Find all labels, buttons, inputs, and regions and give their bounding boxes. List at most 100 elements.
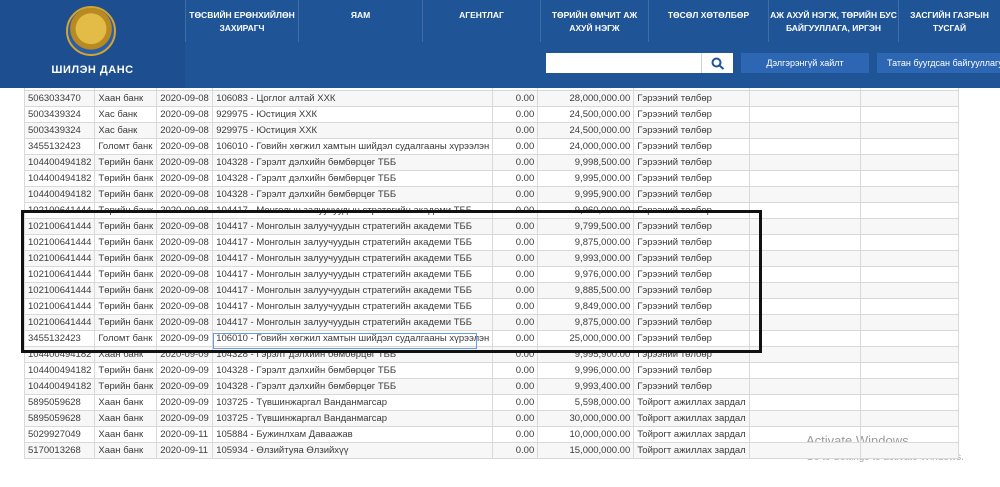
purpose-cell: Гэрээний төлбөр — [633, 138, 750, 155]
nav-item-projects[interactable]: ТӨСӨЛ ХӨТӨЛБӨР — [648, 0, 768, 42]
account-cell: 5895059628 — [23, 410, 96, 427]
empty-cell — [859, 202, 959, 219]
bank-cell: Хас банк — [94, 106, 158, 123]
search-input[interactable] — [546, 53, 701, 73]
account-cell: 5029927049 — [23, 426, 96, 443]
table-row[interactable]: 5895059628 Хаан банк 2020-09-09 103725 - Тү… — [23, 410, 959, 427]
search-icon — [711, 57, 725, 70]
date-cell: 2020-09-08 — [156, 186, 214, 203]
empty-cell — [859, 394, 959, 411]
nav-item-government-special[interactable]: ЗАСГИЙН ГАЗРЫН ТУСГАЙ — [898, 0, 1000, 42]
table-row[interactable]: 104400494182 Төрийн банк 2020-09-09 104328 … — [23, 378, 959, 395]
purpose-cell: Гэрээний төлбөр — [633, 378, 750, 395]
dissolved-orgs-button[interactable]: Татан буугдсан байгууллагууд — [877, 53, 1000, 73]
empty-cell — [748, 314, 861, 331]
empty-cell — [748, 346, 861, 363]
nav-item-state-enterprise[interactable]: ТӨРИЙН ӨМЧИТ АЖ АХУЙ НЭГЖ — [540, 0, 648, 42]
nav-item-agency[interactable]: АГЕНТЛАГ — [422, 0, 540, 42]
bank-cell: Хас банк — [94, 122, 158, 139]
empty-cell — [859, 330, 959, 347]
bank-cell: Хаан банк — [94, 442, 158, 459]
bank-cell: Хаан банк — [94, 426, 158, 443]
date-cell: 2020-09-09 — [156, 394, 214, 411]
advanced-search-button[interactable]: Дэлгэрэнгүй хайлт — [741, 53, 869, 73]
credit-cell: 9,998,500.00 — [537, 154, 635, 171]
empty-cell — [859, 90, 959, 107]
purpose-cell: Гэрээний төлбөр — [633, 90, 750, 107]
empty-cell — [748, 218, 861, 235]
credit-cell: 28,000,000.00 — [537, 90, 635, 107]
account-cell: 104400494182 — [23, 378, 96, 395]
empty-cell — [859, 170, 959, 187]
debit-cell: 0.00 — [492, 154, 539, 171]
date-cell: 2020-09-08 — [156, 170, 214, 187]
empty-cell — [859, 346, 959, 363]
empty-cell — [859, 410, 959, 427]
bank-cell: Төрийн банк — [94, 362, 158, 379]
empty-cell — [748, 106, 861, 123]
nav-item-budget-governor[interactable]: ТӨСВИЙН ЕРӨНХИЙЛӨН ЗАХИРАГЧ — [185, 0, 298, 42]
credit-cell: 10,000,000.00 — [537, 426, 635, 443]
date-cell: 2020-09-08 — [156, 122, 214, 139]
table-row[interactable]: 3455132423 Голомт банк 2020-09-08 106010 - … — [23, 138, 959, 155]
debit-cell: 0.00 — [492, 170, 539, 187]
nav-item-businesses[interactable]: АЖ АХУЙ НЭГЖ, ТӨРИЙН БУС БАЙГУУЛЛАГА, ИР… — [768, 0, 898, 42]
empty-cell — [748, 154, 861, 171]
nav-item-ministry[interactable]: ЯАМ — [298, 0, 422, 42]
recipient-cell: 104328 - Гэрэлт дэлхийн бөмбөрцөг ТББ — [212, 170, 494, 187]
account-cell: 104400494182 — [23, 186, 96, 203]
table-row[interactable]: 104400494182 Төрийн банк 2020-09-08 104328 … — [23, 154, 959, 171]
table-row[interactable]: 5895059628 Хаан банк 2020-09-09 103725 - Тү… — [23, 394, 959, 411]
empty-cell — [748, 250, 861, 267]
search-button[interactable] — [701, 53, 733, 73]
empty-cell — [859, 378, 959, 395]
recipient-cell: 104328 - Гэрэлт дэлхийн бөмбөрцөг ТББ — [212, 378, 494, 395]
empty-cell — [748, 282, 861, 299]
empty-cell — [859, 186, 959, 203]
credit-cell: 15,000,000.00 — [537, 442, 635, 459]
state-emblem-icon — [66, 6, 116, 56]
recipient-cell: 929975 - Юстиция ХХК — [212, 106, 494, 123]
recipient-cell: 106010 - Говийн хөгжил хамтын шийдэл суд… — [212, 138, 494, 155]
recipient-cell: 104328 - Гэрэлт дэлхийн бөмбөрцөг ТББ — [212, 362, 494, 379]
debit-cell: 0.00 — [492, 394, 539, 411]
bank-cell: Хаан банк — [94, 90, 158, 107]
table-row[interactable]: 5063033470 Хаан банк 2020-09-08 106083 - Цо… — [23, 90, 959, 107]
recipient-cell: 103725 - Түвшинжаргал Ванданмагсар — [212, 394, 494, 411]
credit-cell: 24,500,000.00 — [537, 122, 635, 139]
account-cell: 5003439324 — [23, 122, 96, 139]
bank-cell: Төрийн банк — [94, 170, 158, 187]
account-cell: 5895059628 — [23, 394, 96, 411]
recipient-cell: 929975 - Юстиция ХХК — [212, 122, 494, 139]
table-row[interactable]: 104400494182 Төрийн банк 2020-09-09 104328 … — [23, 362, 959, 379]
table-row[interactable]: 104400494182 Төрийн банк 2020-09-08 104328 … — [23, 170, 959, 187]
purpose-cell: Тойрогт ажиллах зардал — [633, 426, 750, 443]
empty-cell — [859, 426, 959, 443]
account-cell: 5063033470 — [23, 90, 96, 107]
brand-title: ШИЛЭН ДАНС — [51, 64, 134, 76]
date-cell: 2020-09-09 — [156, 378, 214, 395]
bank-cell: Голомт банк — [94, 138, 158, 155]
table-row[interactable]: 5003439324 Хас банк 2020-09-08 929975 - Юст… — [23, 106, 959, 123]
table-row[interactable]: 5170013268 Хаан банк 2020-09-11 105934 - Өл… — [23, 442, 959, 459]
debit-cell: 0.00 — [492, 442, 539, 459]
table-row[interactable]: 5003439324 Хас банк 2020-09-08 929975 - Юст… — [23, 122, 959, 139]
table-row[interactable]: 104400494182 Төрийн банк 2020-09-08 104328 … — [23, 186, 959, 203]
empty-cell — [859, 442, 959, 459]
credit-cell: 24,000,000.00 — [537, 138, 635, 155]
table-row[interactable]: 5029927049 Хаан банк 2020-09-11 105884 - Бу… — [23, 426, 959, 443]
debit-cell: 0.00 — [492, 410, 539, 427]
empty-cell — [748, 90, 861, 107]
logo-area[interactable]: ШИЛЭН ДАНС — [0, 0, 185, 88]
date-cell: 2020-09-08 — [156, 106, 214, 123]
date-cell: 2020-09-09 — [156, 410, 214, 427]
recipient-cell: 105934 - Өлзийтуяа Өлзийхүү — [212, 442, 494, 459]
credit-cell: 30,000,000.00 — [537, 410, 635, 427]
empty-cell — [859, 138, 959, 155]
debit-cell: 0.00 — [492, 122, 539, 139]
empty-cell — [748, 426, 861, 443]
purpose-cell: Тойрогт ажиллах зардал — [633, 410, 750, 427]
bank-cell: Хаан банк — [94, 410, 158, 427]
debit-cell: 0.00 — [492, 426, 539, 443]
empty-cell — [748, 122, 861, 139]
